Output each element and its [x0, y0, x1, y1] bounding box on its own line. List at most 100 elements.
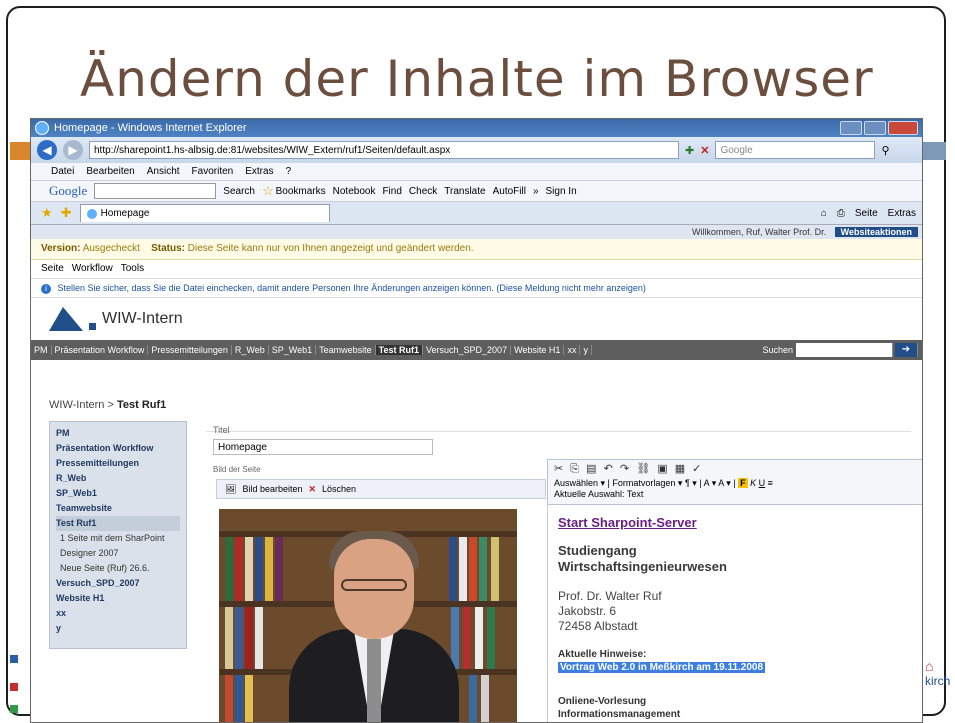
- ql-versuch[interactable]: Versuch_SPD_2007: [56, 576, 180, 591]
- more-button[interactable]: »: [533, 186, 539, 197]
- ql-xx[interactable]: xx: [56, 606, 180, 621]
- edit-picture-button[interactable]: Bild bearbeiten: [242, 479, 302, 499]
- font-color-icon[interactable]: A: [704, 478, 710, 488]
- check-button[interactable]: Check: [409, 186, 437, 197]
- topnav-versuch[interactable]: Versuch_SPD_2007: [423, 345, 512, 355]
- tab-homepage[interactable]: Homepage: [79, 204, 330, 222]
- book: [245, 675, 253, 722]
- spellcheck-icon[interactable]: ✓: [692, 463, 703, 475]
- ql-praesentation[interactable]: Präsentation Workflow: [56, 441, 180, 456]
- menu-extras[interactable]: Extras: [245, 166, 273, 177]
- news-selected-text[interactable]: Vortrag Web 2.0 in Meßkirch am 19.11.200…: [558, 662, 766, 673]
- book: [481, 675, 489, 722]
- menu-seite[interactable]: Seite: [41, 260, 64, 278]
- stop-icon[interactable]: ✕: [700, 144, 709, 157]
- styles-dropdown[interactable]: Formatvorlagen: [612, 478, 675, 488]
- title-field-input[interactable]: Homepage: [213, 439, 433, 455]
- ql-rweb[interactable]: R_Web: [56, 471, 180, 486]
- topnav-xx[interactable]: xx: [564, 345, 581, 355]
- redo-icon[interactable]: ↷: [620, 463, 631, 475]
- menu-workflow[interactable]: Workflow: [72, 260, 113, 278]
- forward-button[interactable]: ▶: [63, 140, 83, 160]
- ql-spweb1[interactable]: SP_Web1: [56, 486, 180, 501]
- menu-ansicht[interactable]: Ansicht: [147, 166, 180, 177]
- topnav-websiteh1[interactable]: Website H1: [511, 345, 565, 355]
- bookmarks-button[interactable]: ☆ Bookmarks: [262, 183, 326, 199]
- cut-icon[interactable]: ✂: [554, 463, 565, 475]
- ql-sub-2[interactable]: Designer 2007: [56, 546, 180, 561]
- book: [475, 607, 483, 669]
- ql-presse[interactable]: Pressemitteilungen: [56, 456, 180, 471]
- search-icon[interactable]: ⚲: [881, 144, 889, 157]
- ql-y[interactable]: y: [56, 621, 180, 636]
- search-input[interactable]: Google: [715, 141, 876, 159]
- search-go-icon[interactable]: ➔: [895, 343, 918, 357]
- menu-datei[interactable]: Datei: [51, 166, 74, 177]
- topnav-presse[interactable]: Pressemitteilungen: [148, 345, 232, 355]
- ql-websiteh1[interactable]: Website H1: [56, 591, 180, 606]
- copy-icon[interactable]: ⎘: [570, 463, 581, 475]
- topnav-praesentation[interactable]: Präsentation Workflow: [52, 345, 149, 355]
- rich-text-editor[interactable]: Start Sharpoint-Server Studiengang Wirts…: [547, 505, 910, 722]
- heading-line1: Studiengang: [558, 543, 637, 558]
- google-search-button[interactable]: Search: [223, 186, 255, 197]
- ql-sub-1[interactable]: 1 Seite mit dem SharPoint: [56, 531, 180, 546]
- paragraph-icon[interactable]: ¶: [685, 478, 690, 488]
- window-titlebar: Homepage - Windows Internet Explorer: [31, 119, 922, 137]
- autofill-button[interactable]: AutoFill: [493, 186, 526, 197]
- menu-tools[interactable]: Tools: [121, 260, 144, 278]
- bold-icon[interactable]: F: [738, 478, 748, 488]
- minimize-button[interactable]: [840, 121, 862, 135]
- welcome-user[interactable]: Willkommen, Ruf, Walter Prof. Dr.: [692, 227, 826, 237]
- seite-menu[interactable]: Seite: [855, 208, 878, 219]
- back-button[interactable]: ◀: [37, 140, 57, 160]
- find-button[interactable]: Find: [382, 186, 401, 197]
- undo-icon[interactable]: ↶: [604, 463, 615, 475]
- info-dismiss-link[interactable]: (Diese Meldung nicht mehr anzeigen): [496, 283, 646, 293]
- topnav-pm[interactable]: PM: [31, 345, 52, 355]
- link-icon[interactable]: ⛓: [636, 463, 652, 475]
- print-icon[interactable]: ⎙: [837, 208, 845, 219]
- menu-help[interactable]: ?: [286, 166, 292, 177]
- image-icon[interactable]: ▣: [657, 463, 669, 475]
- topnav-testruf1[interactable]: Test Ruf1: [375, 345, 424, 355]
- sign-in-button[interactable]: Sign In: [546, 186, 577, 197]
- site-name[interactable]: WIW-Intern: [102, 310, 183, 328]
- ql-testruf1[interactable]: Test Ruf1: [56, 516, 180, 531]
- site-actions-button[interactable]: Websiteaktionen: [834, 227, 918, 237]
- refresh-icon[interactable]: ✚: [685, 144, 694, 157]
- notebook-button[interactable]: Notebook: [333, 186, 376, 197]
- topnav-rweb[interactable]: R_Web: [232, 345, 269, 355]
- page-photo[interactable]: [219, 509, 517, 722]
- ql-teamwebsite[interactable]: Teamwebsite: [56, 501, 180, 516]
- logo-square: [89, 323, 96, 330]
- site-search-input[interactable]: [796, 343, 893, 357]
- favorites-star-icon[interactable]: ★: [41, 205, 53, 221]
- table-icon[interactable]: ▦: [675, 463, 687, 475]
- select-dropdown[interactable]: Auswählen: [554, 478, 598, 488]
- paste-icon[interactable]: ▤: [586, 463, 598, 475]
- breadcrumb-root[interactable]: WIW-Intern: [49, 399, 104, 411]
- topnav-y[interactable]: y: [580, 345, 592, 355]
- close-button[interactable]: [888, 121, 918, 135]
- start-link[interactable]: Start Sharpoint-Server: [558, 515, 697, 530]
- italic-icon[interactable]: K: [750, 478, 756, 488]
- align-icon[interactable]: ≡: [768, 478, 773, 488]
- menu-favoriten[interactable]: Favoriten: [192, 166, 234, 177]
- address-bar[interactable]: http://sharepoint1.hs-albsig.de:81/websi…: [89, 141, 679, 159]
- delete-picture-button[interactable]: Löschen: [322, 479, 356, 499]
- translate-button[interactable]: Translate: [444, 186, 485, 197]
- font-size-icon[interactable]: A: [718, 478, 724, 488]
- underline-icon[interactable]: U: [759, 478, 766, 488]
- topnav-teamwebsite[interactable]: Teamwebsite: [316, 345, 376, 355]
- google-search-input[interactable]: [94, 183, 217, 199]
- blue-square: [10, 655, 18, 663]
- add-favorites-icon[interactable]: ✚: [61, 205, 72, 221]
- ql-sub-3[interactable]: Neue Seite (Ruf) 26.6.: [56, 561, 180, 576]
- ql-pm[interactable]: PM: [56, 426, 180, 441]
- extras-menu[interactable]: Extras: [888, 208, 916, 219]
- menu-bearbeiten[interactable]: Bearbeiten: [86, 166, 134, 177]
- maximize-button[interactable]: [864, 121, 886, 135]
- topnav-spweb1[interactable]: SP_Web1: [269, 345, 317, 355]
- home-icon[interactable]: ⌂: [821, 208, 827, 219]
